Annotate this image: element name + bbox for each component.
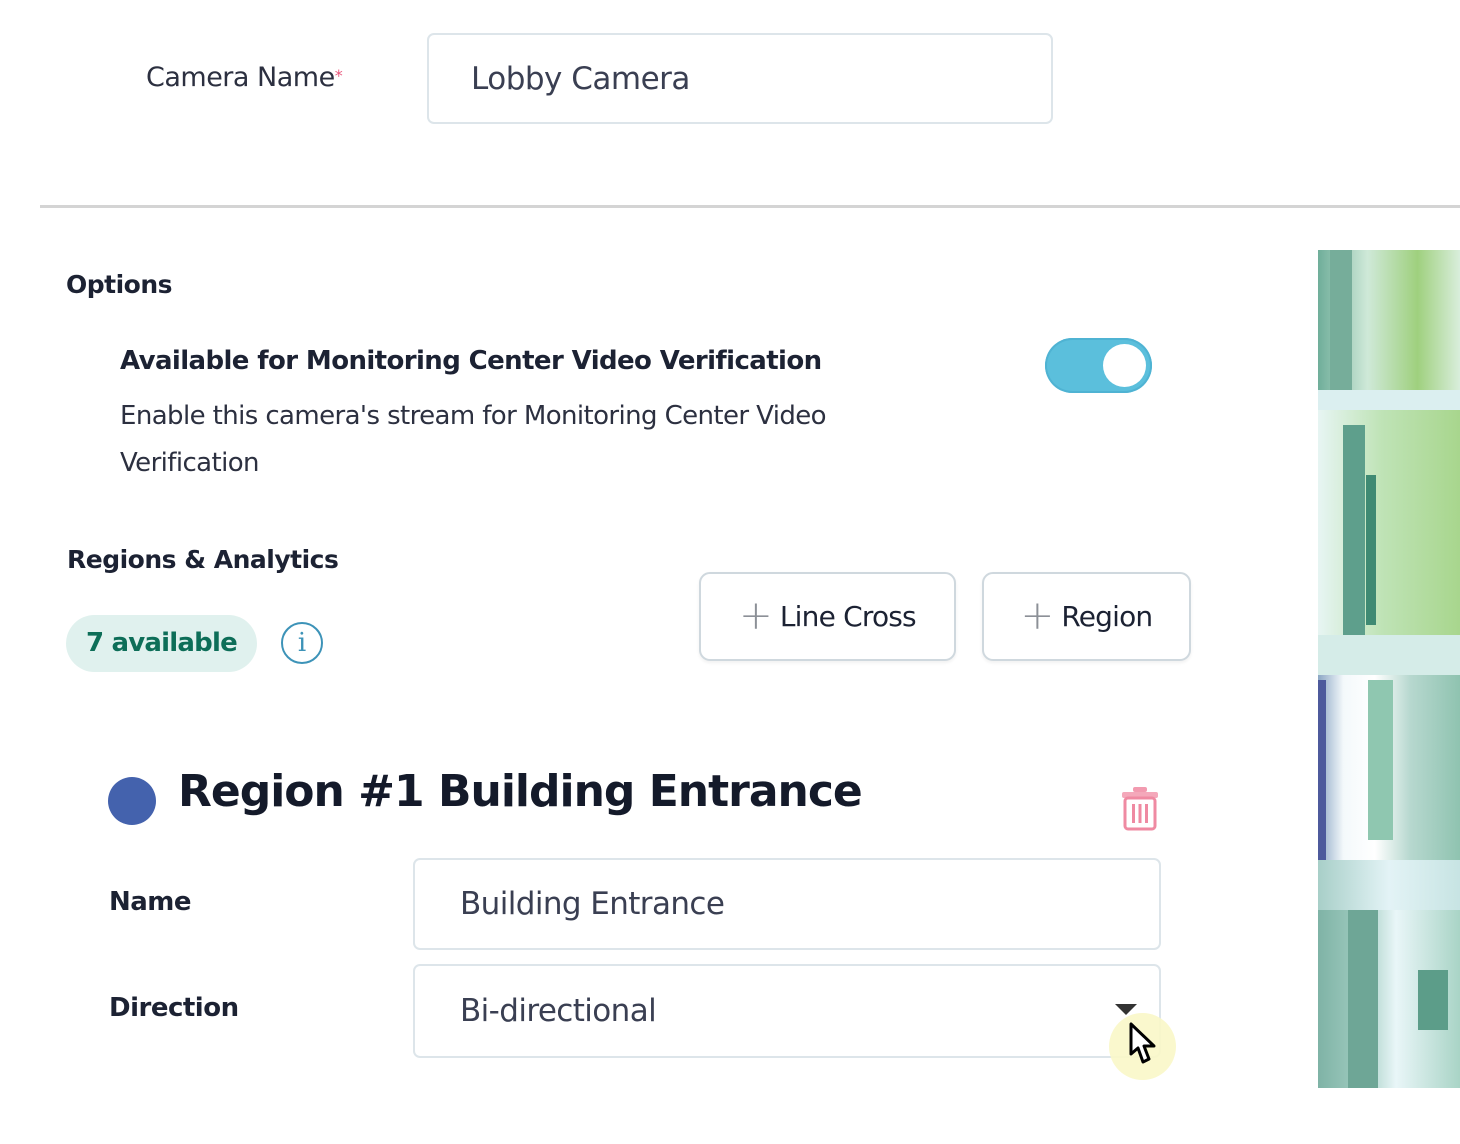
camera-preview-image [1318,250,1460,1088]
regions-heading: Regions & Analytics [67,545,339,574]
add-line-cross-button[interactable]: + Line Cross [699,572,956,661]
direction-label: Direction [109,993,239,1023]
region-name-input[interactable] [413,858,1161,950]
direction-selected-value: Bi-directional [460,993,657,1029]
toggle-knob [1103,344,1146,387]
region-name-label: Name [109,887,192,917]
trash-icon[interactable] [1120,785,1160,831]
info-icon[interactable]: i [281,622,323,664]
region-color-dot [108,777,156,825]
section-divider [40,205,1460,208]
direction-select[interactable]: Bi-directional [413,964,1161,1058]
camera-name-input[interactable] [427,33,1053,124]
video-verification-description: Enable this camera's stream for Monitori… [120,401,827,478]
add-region-label: Region [1061,600,1153,633]
add-region-button[interactable]: + Region [982,572,1191,661]
video-verification-toggle[interactable] [1045,338,1152,393]
region-title: Region #1 Building Entrance [178,766,863,817]
camera-name-label: Camera Name* [146,62,343,93]
required-mark: * [334,66,343,85]
plus-icon: + [739,592,773,639]
options-heading: Options [66,270,173,299]
plus-icon: + [1020,592,1055,639]
mouse-pointer-icon [1129,1022,1156,1064]
video-verification-title: Available for Monitoring Center Video Ve… [120,346,822,376]
add-line-cross-label: Line Cross [779,600,917,633]
camera-name-label-text: Camera Name [146,62,335,93]
available-badge: 7 available [66,615,257,672]
